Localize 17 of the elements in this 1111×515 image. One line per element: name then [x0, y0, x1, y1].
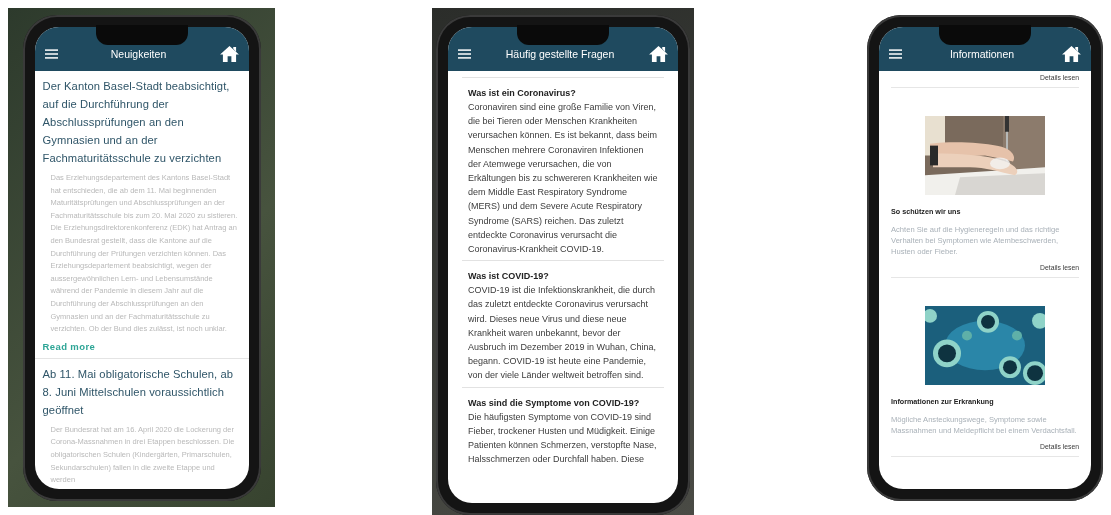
home-icon[interactable] [219, 46, 239, 62]
screen-title: Neuigkeiten [109, 48, 168, 60]
home-icon[interactable] [1062, 46, 1081, 62]
screen-title: Häufig gestellte Fragen [504, 48, 616, 60]
menu-icon[interactable] [458, 49, 471, 59]
screen-title: Informationen [948, 48, 1016, 60]
article-title[interactable]: Der Kanton Basel-Stadt beabsichtigt, auf die Durchführung der Abschlussprüfungen an den Gymnasien und an der Fachmaturitätsschule zu verzichten [42, 77, 241, 167]
question: Was ist COVID-19? [468, 270, 550, 284]
menu-icon[interactable] [44, 49, 58, 59]
home-icon[interactable] [649, 46, 668, 62]
answer: COVID-19 ist die Infektionskrankheit, die durch das zuletzt entdeckte Coronavirus verursacht wird. Dieses neue Virus und diese neue Krankheit waren unbekannt, bevor der Ausbruch im Dezember 2019 in Wuhan, China, begann. COVID-19 ist heute eine Pandemie, von der viele Länder weltweit betroffen sind. [468, 284, 657, 383]
question: Was sind die Symptome von COVID-19? [468, 396, 641, 410]
answer: Die häufigsten Symptome von COVID-19 sind Fieber, trockener Husten und Müdigkeit. Einige Patienten können Schmerzen, verstopfte Nase, Halsschmerzen oder Durchfall haben. Diese [468, 410, 658, 467]
answer: Coronaviren sind eine große Familie von Viren, die bei Tieren oder Menschen Krankheiten verursachen können. Es ist bekannt, dass beim Menschen mehrere Coronaviren Infektionen der Atemwege verursachen, die von Erkältungen bis zu schwereren Krankheiten wie dem Middle East Respiratory Syndrome (MERS) und dem Severe Acute Respiratory Syndrome (SARS) reichen. Das zuletzt entdeckte Coronavirus verursacht die Coronavirus-Krankheit COVID-19. [468, 101, 658, 257]
article-title[interactable]: Ab 11. Mai obligatorische Schulen, ab 8. Juni Mittelschulen voraussichtlich geöffnet [42, 364, 241, 419]
menu-icon[interactable] [889, 49, 902, 59]
question: Was ist ein Coronavirus? [468, 87, 577, 100]
